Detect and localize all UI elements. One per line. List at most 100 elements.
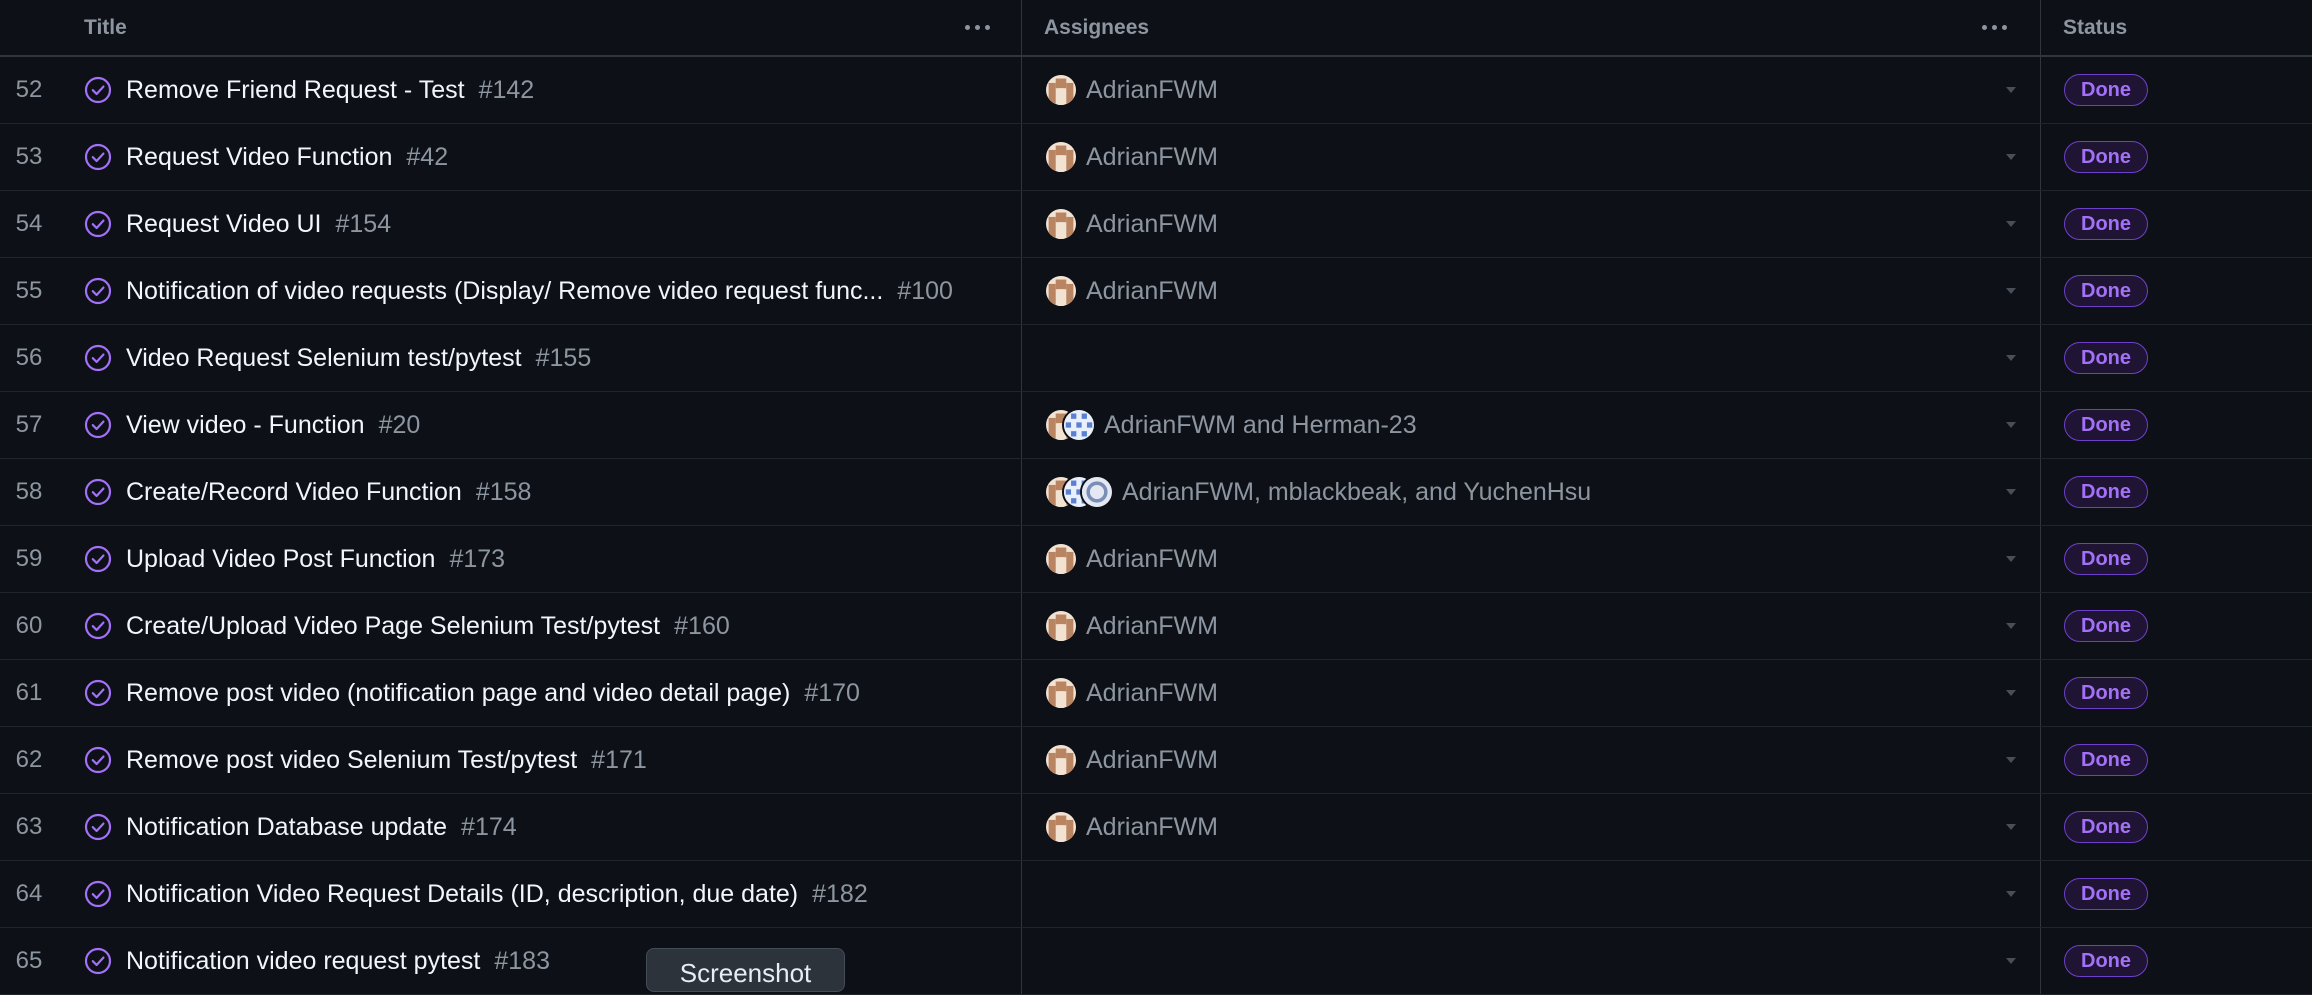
cell-status[interactable]: Done: [2041, 57, 2312, 123]
cell-title[interactable]: 58 Create/Record Video Function #158: [0, 459, 1022, 525]
cell-assignees[interactable]: AdrianFWM: [1022, 191, 2041, 257]
issue-number: #174: [461, 812, 517, 841]
cell-title[interactable]: 59 Upload Video Post Function #173: [0, 526, 1022, 592]
chevron-down-icon[interactable]: [2006, 690, 2016, 696]
cell-status[interactable]: Done: [2041, 258, 2312, 324]
table-row[interactable]: 54 Request Video UI #154 AdrianFWM Done: [0, 191, 2312, 258]
table-row[interactable]: 59 Upload Video Post Function #173 Adria…: [0, 526, 2312, 593]
avatar: [1044, 743, 1078, 777]
cell-title[interactable]: 60 Create/Upload Video Page Selenium Tes…: [0, 593, 1022, 659]
issue-title-link[interactable]: View video - Function: [126, 411, 365, 440]
cell-title[interactable]: 55 Notification of video requests (Displ…: [0, 258, 1022, 324]
table-row[interactable]: 55 Notification of video requests (Displ…: [0, 258, 2312, 325]
issue-number: #182: [812, 879, 868, 908]
table-row[interactable]: 61 Remove post video (notification page …: [0, 660, 2312, 727]
cell-title[interactable]: 63 Notification Database update #174: [0, 794, 1022, 860]
column-options-icon[interactable]: [957, 13, 997, 41]
table-row[interactable]: 53 Request Video Function #42 AdrianFWM …: [0, 124, 2312, 191]
cell-assignees[interactable]: AdrianFWM: [1022, 660, 2041, 726]
cell-status[interactable]: Done: [2041, 593, 2312, 659]
chevron-down-icon[interactable]: [2006, 891, 2016, 897]
cell-assignees[interactable]: [1022, 861, 2041, 927]
table-row[interactable]: 57 View video - Function #20 AdrianFWM a…: [0, 392, 2312, 459]
column-options-icon[interactable]: [1974, 13, 2014, 41]
chevron-down-icon[interactable]: [2006, 757, 2016, 763]
issue-title-link[interactable]: Video Request Selenium test/pytest: [126, 344, 522, 373]
cell-status[interactable]: Done: [2041, 191, 2312, 257]
issue-closed-icon: [84, 612, 112, 640]
cell-assignees[interactable]: AdrianFWM: [1022, 124, 2041, 190]
issue-title-link[interactable]: Notification Video Request Details (ID, …: [126, 880, 798, 909]
cell-status[interactable]: Done: [2041, 392, 2312, 458]
cell-assignees[interactable]: AdrianFWM, mblackbeak, and YuchenHsu: [1022, 459, 2041, 525]
table-row[interactable]: 65 Notification video request pytest #18…: [0, 928, 2312, 995]
chevron-down-icon[interactable]: [2006, 154, 2016, 160]
issue-title-link[interactable]: Request Video Function: [126, 143, 392, 172]
table-row[interactable]: 64 Notification Video Request Details (I…: [0, 861, 2312, 928]
table-row[interactable]: 60 Create/Upload Video Page Selenium Tes…: [0, 593, 2312, 660]
cell-status[interactable]: Done: [2041, 124, 2312, 190]
issue-title-link[interactable]: Notification of video requests (Display/…: [126, 277, 883, 306]
cell-title[interactable]: 64 Notification Video Request Details (I…: [0, 861, 1022, 927]
table-row[interactable]: 63 Notification Database update #174 Adr…: [0, 794, 2312, 861]
issue-title-link[interactable]: Remove post video Selenium Test/pytest: [126, 746, 577, 775]
chevron-down-icon[interactable]: [2006, 623, 2016, 629]
cell-title[interactable]: 54 Request Video UI #154: [0, 191, 1022, 257]
issue-title-link[interactable]: Request Video UI: [126, 210, 322, 239]
table-row[interactable]: 52 Remove Friend Request - Test #142 Adr…: [0, 57, 2312, 124]
cell-status[interactable]: Done: [2041, 325, 2312, 391]
cell-assignees[interactable]: AdrianFWM: [1022, 727, 2041, 793]
chevron-down-icon[interactable]: [2006, 288, 2016, 294]
chevron-down-icon[interactable]: [2006, 355, 2016, 361]
cell-title[interactable]: 65 Notification video request pytest #18…: [0, 928, 1022, 994]
issue-title-link[interactable]: Upload Video Post Function: [126, 545, 435, 574]
cell-title[interactable]: 61 Remove post video (notification page …: [0, 660, 1022, 726]
issue-title-link[interactable]: Notification Database update: [126, 813, 447, 842]
cell-status[interactable]: Done: [2041, 660, 2312, 726]
issue-title-link[interactable]: Create/Record Video Function: [126, 478, 462, 507]
cell-assignees[interactable]: AdrianFWM: [1022, 57, 2041, 123]
cell-status[interactable]: Done: [2041, 727, 2312, 793]
column-header-assignees[interactable]: Assignees: [1022, 0, 2041, 55]
cell-assignees[interactable]: AdrianFWM: [1022, 593, 2041, 659]
cell-status[interactable]: Done: [2041, 861, 2312, 927]
chevron-down-icon[interactable]: [2006, 556, 2016, 562]
issue-closed-icon: [84, 947, 112, 975]
chevron-down-icon[interactable]: [2006, 824, 2016, 830]
column-title-label: Title: [84, 15, 127, 39]
issue-closed-icon: [84, 277, 112, 305]
issue-number: #100: [897, 276, 953, 305]
cell-title[interactable]: 62 Remove post video Selenium Test/pytes…: [0, 727, 1022, 793]
issue-number: #155: [535, 343, 592, 372]
issue-title-link[interactable]: Notification video request pytest: [126, 947, 480, 976]
table-row[interactable]: 62 Remove post video Selenium Test/pytes…: [0, 727, 2312, 794]
column-header-status[interactable]: Status: [2041, 0, 2312, 55]
cell-assignees[interactable]: [1022, 928, 2041, 994]
cell-assignees[interactable]: AdrianFWM: [1022, 258, 2041, 324]
cell-assignees[interactable]: AdrianFWM: [1022, 794, 2041, 860]
chevron-down-icon[interactable]: [2006, 87, 2016, 93]
cell-assignees[interactable]: [1022, 325, 2041, 391]
table-row[interactable]: 58 Create/Record Video Function #158 Adr…: [0, 459, 2312, 526]
cell-status[interactable]: Done: [2041, 794, 2312, 860]
chevron-down-icon[interactable]: [2006, 489, 2016, 495]
cell-status[interactable]: Done: [2041, 526, 2312, 592]
cell-title[interactable]: 52 Remove Friend Request - Test #142: [0, 57, 1022, 123]
column-assignees-label: Assignees: [1044, 15, 1150, 39]
issue-title-link[interactable]: Remove post video (notification page and…: [126, 679, 790, 708]
chevron-down-icon[interactable]: [2006, 422, 2016, 428]
cell-status[interactable]: Done: [2041, 928, 2312, 994]
chevron-down-icon[interactable]: [2006, 221, 2016, 227]
cell-title[interactable]: 56 Video Request Selenium test/pytest #1…: [0, 325, 1022, 391]
issue-title-link[interactable]: Create/Upload Video Page Selenium Test/p…: [126, 612, 660, 641]
cell-assignees[interactable]: AdrianFWM and Herman-23: [1022, 392, 2041, 458]
column-header-title[interactable]: Title: [0, 0, 1022, 55]
cell-assignees[interactable]: AdrianFWM: [1022, 526, 2041, 592]
cell-title[interactable]: 53 Request Video Function #42: [0, 124, 1022, 190]
cell-status[interactable]: Done: [2041, 459, 2312, 525]
cell-title[interactable]: 57 View video - Function #20: [0, 392, 1022, 458]
assignee-names: AdrianFWM, mblackbeak, and YuchenHsu: [1122, 477, 1592, 506]
chevron-down-icon[interactable]: [2006, 958, 2016, 964]
issue-title-link[interactable]: Remove Friend Request - Test: [126, 76, 465, 105]
table-row[interactable]: 56 Video Request Selenium test/pytest #1…: [0, 325, 2312, 392]
